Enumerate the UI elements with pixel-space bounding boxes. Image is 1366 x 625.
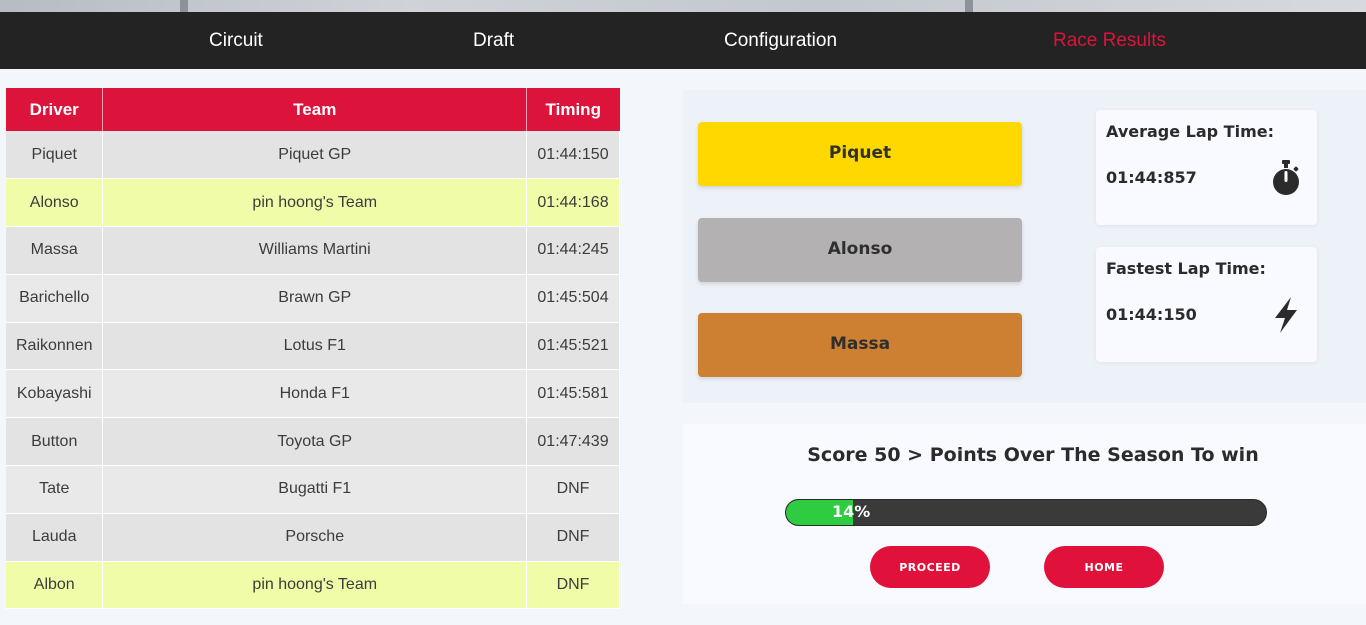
header-background-strip: [0, 0, 1366, 12]
team-cell: Williams Martini: [102, 226, 528, 275]
column-header-team: Team: [102, 88, 528, 131]
table-row: Tate Bugatti F1 DNF: [6, 465, 620, 514]
table-row: Raikonnen Lotus F1 01:45:521: [6, 322, 620, 371]
team-cell: Lotus F1: [102, 322, 528, 371]
team-cell: Toyota GP: [102, 417, 528, 467]
column-header-timing: Timing: [526, 88, 620, 131]
table-row: Albon pin hoong's Team DNF: [6, 561, 620, 610]
fastest-lap-time-label: Fastest Lap Time:: [1106, 259, 1266, 278]
timing-cell: DNF: [526, 465, 620, 514]
table-row: Lauda Porsche DNF: [6, 513, 620, 562]
main-navbar: Circuit Draft Configuration Race Results: [0, 12, 1366, 69]
proceed-button[interactable]: PROCEED: [870, 546, 990, 588]
average-lap-time-card: Average Lap Time: 01:44:857: [1096, 110, 1317, 225]
team-cell: Bugatti F1: [102, 465, 528, 514]
team-cell: Porsche: [102, 513, 528, 562]
team-cell: pin hoong's Team: [102, 561, 528, 610]
strip-decoration: [965, 0, 973, 12]
table-row: Barichello Brawn GP 01:45:504: [6, 274, 620, 323]
stopwatch-icon: [1273, 160, 1299, 195]
nav-item-race-results[interactable]: Race Results: [1053, 12, 1166, 69]
table-row: Button Toyota GP 01:47:439: [6, 417, 620, 467]
fastest-lap-time-card: Fastest Lap Time: 01:44:150: [1096, 247, 1317, 362]
average-lap-time-label: Average Lap Time:: [1106, 122, 1274, 141]
nav-item-circuit[interactable]: Circuit: [209, 12, 263, 69]
timing-cell: 01:45:581: [526, 369, 620, 419]
race-results-table: Driver Team Timing Piquet Piquet GP 01:44:…: [6, 88, 620, 610]
podium-first-place: Piquet: [698, 122, 1022, 186]
timing-cell: 01:44:245: [526, 226, 620, 275]
podium-third-place: Massa: [698, 313, 1022, 377]
nav-item-configuration[interactable]: Configuration: [724, 12, 837, 69]
table-row: Alonso pin hoong's Team 01:44:168: [6, 178, 620, 228]
driver-cell: Kobayashi: [6, 369, 104, 419]
lightning-bolt-icon: [1275, 297, 1297, 333]
strip-decoration: [180, 0, 188, 12]
driver-cell: Alonso: [6, 178, 104, 228]
podium-second-place: Alonso: [698, 218, 1022, 282]
average-lap-time-value: 01:44:857: [1106, 168, 1197, 187]
timing-cell: 01:45:521: [526, 322, 620, 371]
nav-item-draft[interactable]: Draft: [473, 12, 514, 69]
driver-cell: Massa: [6, 226, 104, 275]
podium-panel: Piquet Alonso Massa Average Lap Time: 01…: [683, 90, 1366, 403]
fastest-lap-time-value: 01:44:150: [1106, 305, 1197, 324]
home-button[interactable]: HOME: [1044, 546, 1164, 588]
team-cell: pin hoong's Team: [102, 178, 528, 228]
table-row: Massa Williams Martini 01:44:245: [6, 226, 620, 275]
driver-cell: Button: [6, 417, 104, 467]
table-row: Kobayashi Honda F1 01:45:581: [6, 369, 620, 419]
driver-cell: Piquet: [6, 131, 104, 180]
column-header-driver: Driver: [6, 88, 104, 131]
timing-cell: 01:44:168: [526, 178, 620, 228]
timing-cell: DNF: [526, 561, 620, 610]
score-goal-text: Score 50 > Points Over The Season To win: [807, 444, 1259, 466]
driver-cell: Tate: [6, 465, 104, 514]
timing-cell: 01:44:150: [526, 131, 620, 180]
score-panel: Score 50 > Points Over The Season To win…: [683, 424, 1366, 604]
season-progress-bar: 14%: [785, 499, 1267, 526]
table-row: Piquet Piquet GP 01:44:150: [6, 131, 620, 180]
team-cell: Brawn GP: [102, 274, 528, 323]
driver-cell: Raikonnen: [6, 322, 104, 371]
progress-percent-label: 14%: [832, 502, 871, 521]
driver-cell: Lauda: [6, 513, 104, 562]
table-header-row: Driver Team Timing: [6, 88, 620, 131]
results-table-body: Piquet Piquet GP 01:44:150 Alonso pin hoong'…: [6, 131, 620, 610]
team-cell: Honda F1: [102, 369, 528, 419]
timing-cell: 01:45:504: [526, 274, 620, 323]
timing-cell: DNF: [526, 513, 620, 562]
driver-cell: Barichello: [6, 274, 104, 323]
timing-cell: 01:47:439: [526, 417, 620, 467]
driver-cell: Albon: [6, 561, 104, 610]
team-cell: Piquet GP: [102, 131, 528, 180]
